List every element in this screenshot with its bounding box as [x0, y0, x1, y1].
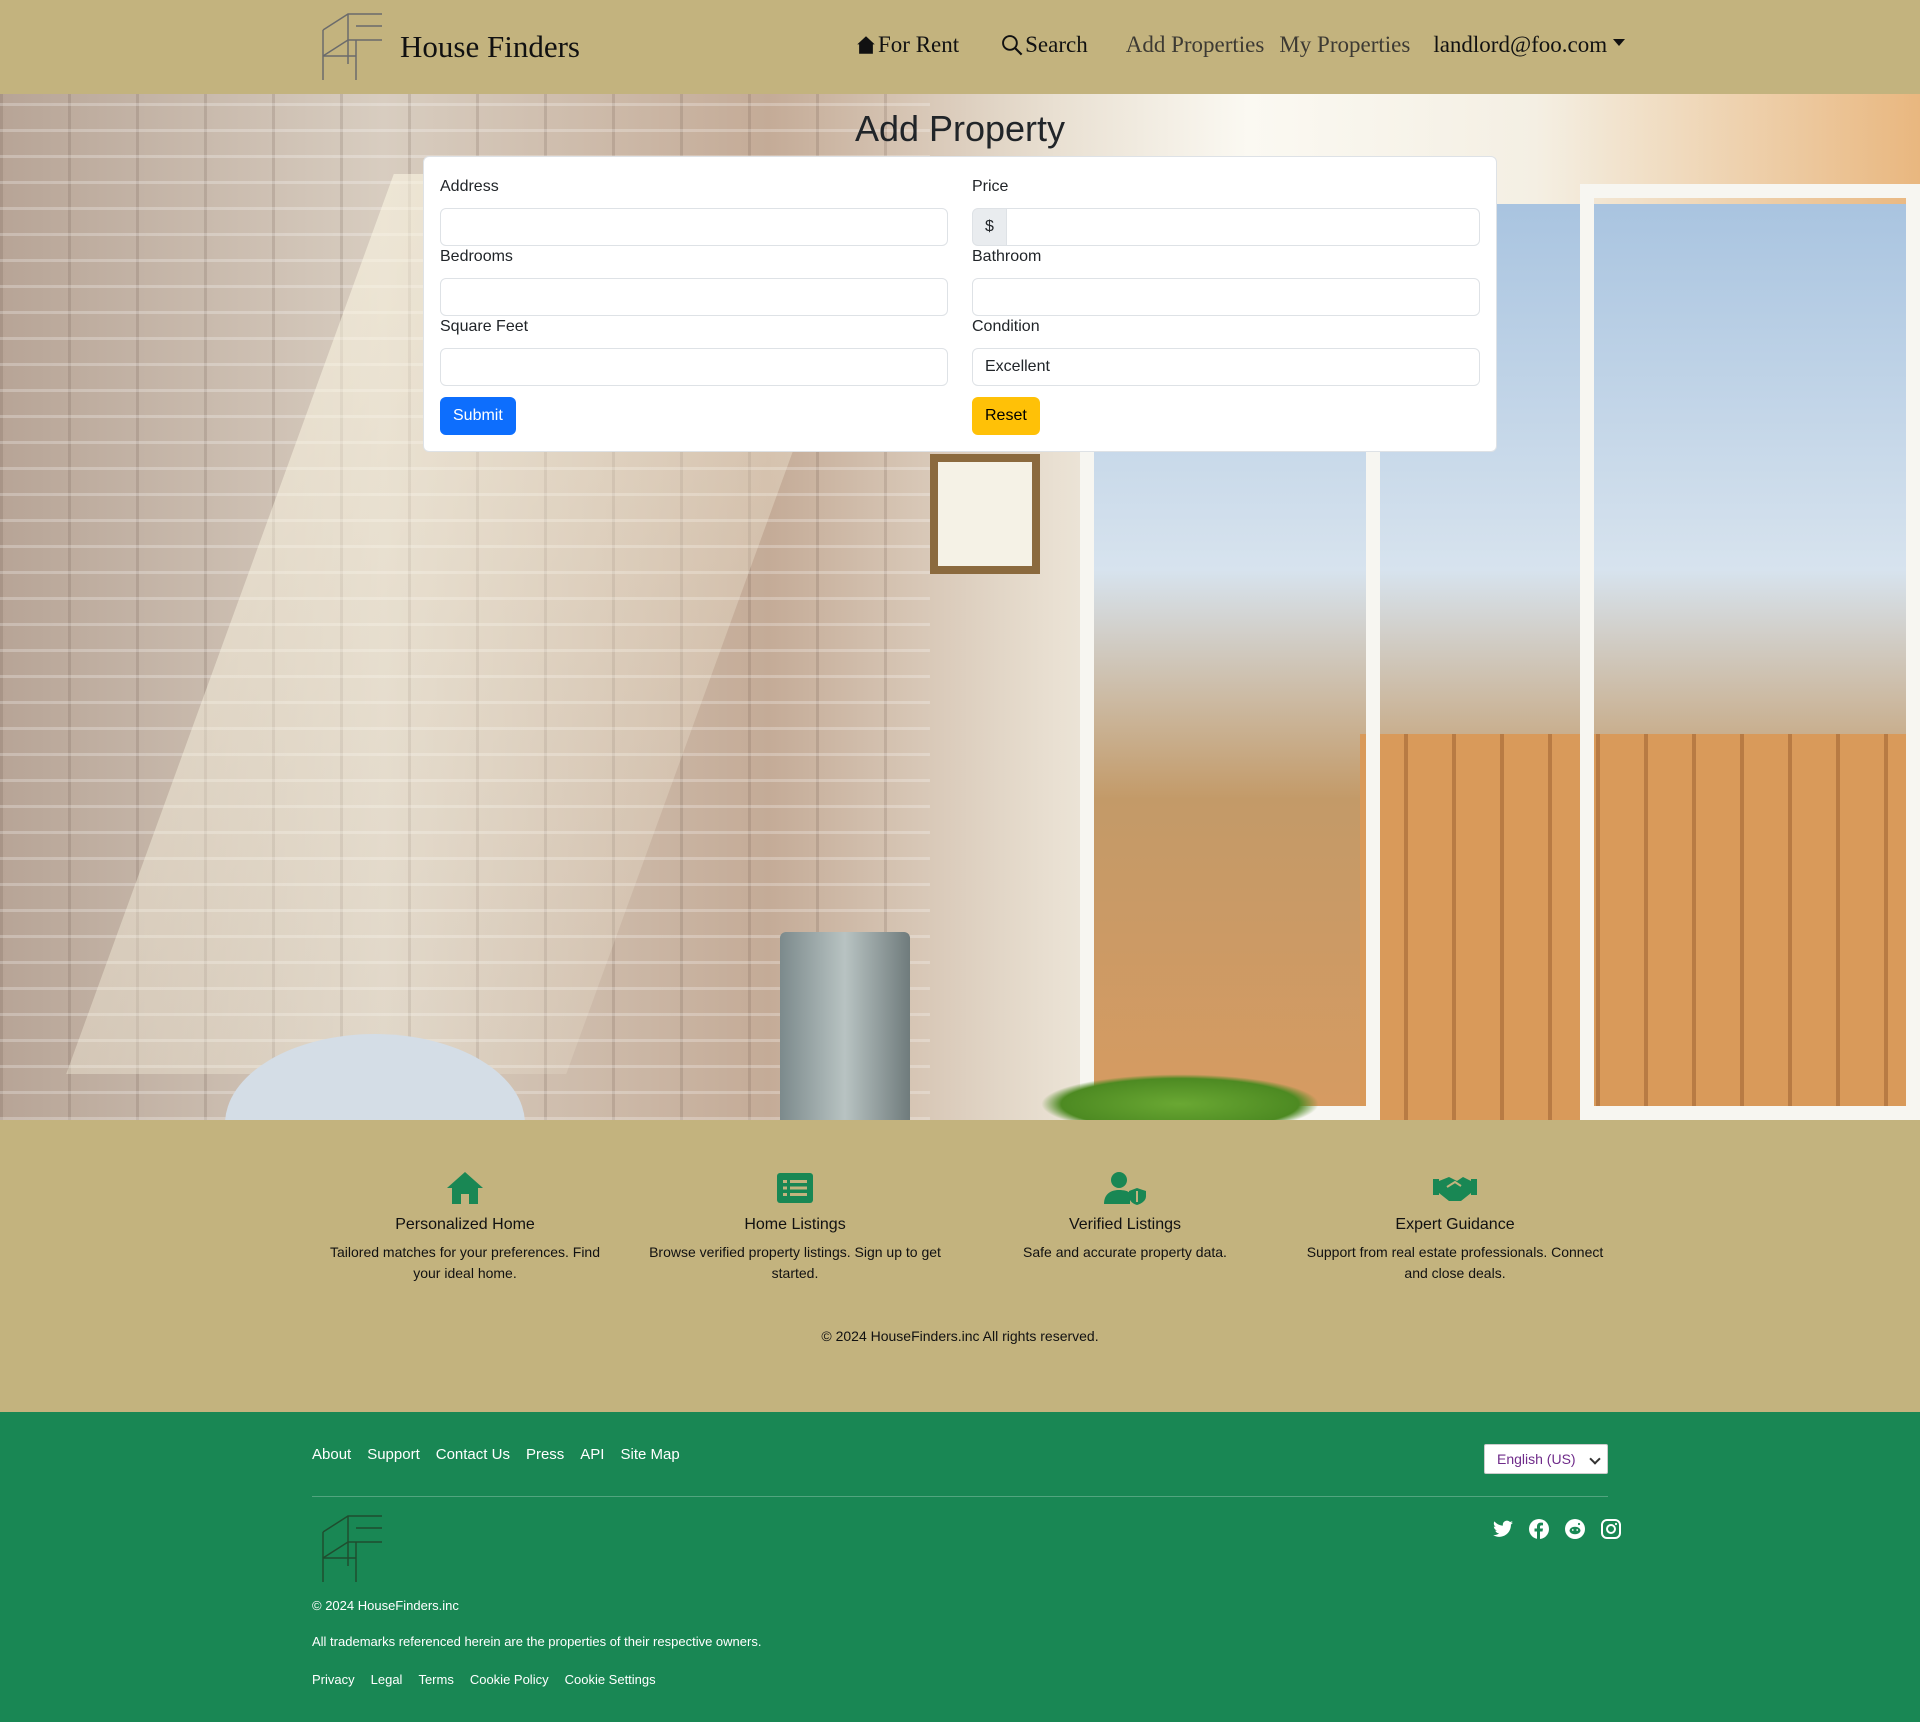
footer-link-support[interactable]: Support [367, 1446, 420, 1463]
reset-button[interactable]: Reset [972, 397, 1040, 435]
user-shield-icon [1104, 1172, 1146, 1205]
condition-label: Condition [972, 318, 1040, 335]
brand-name: House Finders [400, 29, 580, 64]
feature-text: Support from real estate professionals. … [1306, 1244, 1604, 1281]
dollar-prefix: $ [972, 208, 1007, 246]
feature-personalized-home: Personalized Home Tailored matches for y… [315, 1168, 615, 1284]
copyright-text: © 2024 HouseFinders.inc All rights reser… [821, 1328, 1099, 1344]
footer-trademark: All trademarks referenced herein are the… [312, 1634, 762, 1649]
nav-search[interactable]: Search [1001, 32, 1088, 58]
footer: About Support Contact Us Press API Site … [0, 1412, 1920, 1722]
features-section: Personalized Home Tailored matches for y… [0, 1120, 1920, 1412]
footer-link-legal[interactable]: Legal [371, 1672, 403, 1687]
facebook-icon[interactable] [1528, 1518, 1550, 1540]
nav-search-label: Search [1025, 32, 1088, 57]
nav-my-properties-label: My Properties [1279, 32, 1411, 57]
price-input[interactable] [1007, 208, 1480, 246]
pitcher [780, 932, 910, 1120]
footer-link-cookie-settings[interactable]: Cookie Settings [565, 1672, 656, 1687]
bedrooms-label: Bedrooms [440, 248, 513, 265]
navbar: House Finders For Rent Search Add Proper… [0, 0, 1920, 94]
house-icon [857, 36, 875, 54]
feature-text: Browse verified property listings. Sign … [649, 1244, 941, 1281]
price-field: Price $ [972, 175, 1480, 246]
brand[interactable]: House Finders [320, 12, 580, 82]
nav-for-rent[interactable]: For Rent [856, 32, 959, 58]
address-input[interactable] [440, 208, 948, 246]
user-menu[interactable]: landlord@foo.com [1433, 32, 1626, 58]
bathroom-label: Bathroom [972, 248, 1042, 265]
footer-link-press[interactable]: Press [526, 1446, 564, 1463]
wall-picture [930, 454, 1040, 574]
footer-legal-links: Privacy Legal Terms Cookie Policy Cookie… [312, 1672, 672, 1687]
handshake-icon [1433, 1177, 1477, 1201]
footer-link-terms[interactable]: Terms [418, 1672, 453, 1687]
feature-expert-guidance: Expert Guidance Support from real estate… [1305, 1168, 1605, 1284]
square-feet-input[interactable] [440, 348, 948, 386]
address-label: Address [440, 178, 499, 195]
page-title: Add Property [854, 108, 1066, 149]
condition-field: Condition Excellent [972, 315, 1480, 386]
feature-title: Verified Listings [1068, 1216, 1182, 1233]
feature-text: Tailored matches for your preferences. F… [329, 1244, 600, 1281]
nav-add-properties[interactable]: Add Properties [1126, 32, 1265, 58]
hero-background: Add Property Address Price $ Bedrooms Ba… [0, 94, 1920, 1120]
hf-logo-icon [322, 13, 382, 80]
language-select[interactable]: English (US) [1484, 1444, 1608, 1474]
instagram-icon[interactable] [1600, 1518, 1622, 1540]
square-feet-label: Square Feet [440, 318, 529, 335]
submit-button[interactable]: Submit [440, 397, 516, 435]
bathroom-input[interactable] [972, 278, 1480, 316]
feature-text: Safe and accurate property data. [1023, 1244, 1227, 1260]
nav-add-properties-label: Add Properties [1125, 32, 1265, 57]
nav-my-properties[interactable]: My Properties [1279, 32, 1410, 58]
square-feet-field: Square Feet [440, 315, 948, 386]
hf-logo-icon [322, 1515, 382, 1582]
footer-link-cookie-policy[interactable]: Cookie Policy [470, 1672, 549, 1687]
price-label: Price [972, 178, 1009, 195]
user-email: landlord@foo.com [1433, 32, 1608, 57]
nav-for-rent-label: For Rent [878, 32, 960, 57]
footer-copyright: © 2024 HouseFinders.inc [312, 1598, 459, 1613]
feature-home-listings: Home Listings Browse verified property l… [645, 1168, 945, 1284]
address-field: Address [440, 175, 948, 246]
feature-verified-listings: Verified Listings Safe and accurate prop… [975, 1168, 1275, 1263]
feature-title: Home Listings [744, 1216, 846, 1233]
footer-link-about[interactable]: About [312, 1446, 351, 1463]
footer-link-site-map[interactable]: Site Map [620, 1446, 679, 1463]
price-input-group: $ [972, 208, 1480, 246]
footer-link-contact-us[interactable]: Contact Us [436, 1446, 510, 1463]
social-links [1478, 1518, 1622, 1540]
reddit-icon[interactable] [1564, 1518, 1586, 1540]
list-icon [777, 1173, 813, 1203]
bedrooms-input[interactable] [440, 278, 948, 316]
feature-title: Expert Guidance [1395, 1216, 1515, 1233]
bedrooms-field: Bedrooms [440, 245, 948, 316]
search-icon [1002, 35, 1023, 56]
chevron-down-icon [1613, 38, 1626, 46]
house-icon [447, 1172, 483, 1204]
footer-link-api[interactable]: API [580, 1446, 604, 1463]
add-property-form: Address Price $ Bedrooms Bathroom Square… [423, 156, 1497, 452]
bathroom-field: Bathroom [972, 245, 1480, 316]
footer-link-privacy[interactable]: Privacy [312, 1672, 355, 1687]
twitter-icon[interactable] [1492, 1518, 1514, 1540]
window-frame-right [1580, 184, 1920, 1120]
condition-input[interactable]: Excellent [972, 348, 1480, 386]
plant [1040, 1074, 1320, 1120]
footer-links: About Support Contact Us Press API Site … [312, 1446, 696, 1463]
feature-title: Personalized Home [395, 1216, 535, 1233]
main-nav: For Rent Search Add Properties My Proper… [856, 32, 1626, 58]
footer-divider [312, 1496, 1608, 1497]
